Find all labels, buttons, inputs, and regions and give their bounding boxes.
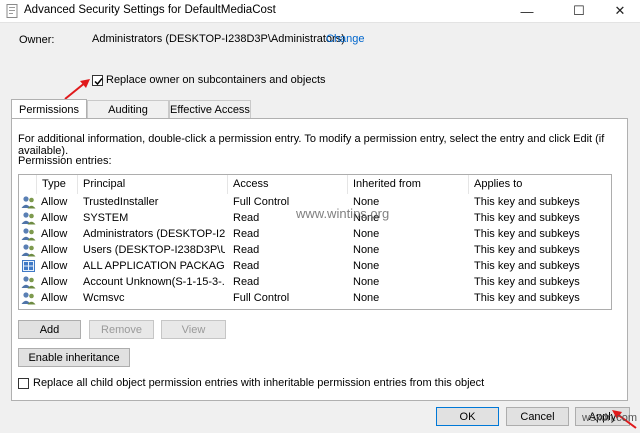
- entry-access: Read: [233, 244, 260, 256]
- entry-inherited-from: None: [353, 292, 380, 304]
- entry-inherited-from: None: [353, 260, 380, 272]
- replace-child-permissions-checkbox[interactable]: [18, 378, 29, 389]
- entry-inherited-from: None: [353, 228, 380, 240]
- entry-type: Allow: [41, 196, 68, 208]
- entry-applies-to: This key and subkeys: [474, 292, 580, 304]
- permission-entries-label: Permission entries:: [18, 155, 112, 167]
- entry-principal: Users (DESKTOP-I238D3P\Use: [83, 244, 225, 256]
- column-header-inherited-from[interactable]: Inherited from: [348, 175, 469, 194]
- entry-applies-to: This key and subkeys: [474, 228, 580, 240]
- entry-type: Allow: [41, 244, 68, 256]
- entry-type: Allow: [41, 228, 68, 240]
- entry-principal: Account Unknown(S-1-15-3-...: [83, 276, 225, 288]
- column-header-applies-to[interactable]: Applies to: [469, 175, 611, 194]
- entry-access: Read: [233, 228, 260, 240]
- owner-label: Owner:: [19, 34, 55, 46]
- close-button[interactable]: ✕: [597, 0, 640, 22]
- list-header: Type Principal Access Inherited from App…: [19, 175, 611, 194]
- app-package-icon: [22, 260, 35, 272]
- user-group-icon: [21, 228, 36, 241]
- entry-principal: TrustedInstaller: [83, 196, 159, 208]
- user-group-icon: [21, 196, 36, 209]
- entry-inherited-from: None: [353, 276, 380, 288]
- minimize-button[interactable]: —: [504, 0, 550, 22]
- maximize-icon: ☐: [573, 3, 585, 18]
- entry-access: Full Control: [233, 292, 290, 304]
- tab-effective-access[interactable]: Effective Access: [169, 100, 251, 118]
- info-text: For additional information, double-click…: [18, 133, 605, 157]
- replace-owner-checkbox[interactable]: [92, 75, 103, 86]
- table-row[interactable]: Allow Users (DESKTOP-I238D3P\Use Read No…: [19, 242, 611, 258]
- add-button[interactable]: Add: [18, 320, 81, 339]
- entry-inherited-from: None: [353, 244, 380, 256]
- corner-watermark-text: wsxdn.com: [582, 412, 638, 424]
- close-icon: ✕: [614, 3, 626, 18]
- minimize-icon: —: [520, 3, 534, 19]
- entry-applies-to: This key and subkeys: [474, 276, 580, 288]
- entry-type: Allow: [41, 276, 68, 288]
- view-button[interactable]: View: [161, 320, 226, 339]
- entry-applies-to: This key and subkeys: [474, 260, 580, 272]
- entry-type: Allow: [41, 260, 68, 272]
- ok-button[interactable]: OK: [436, 407, 499, 426]
- replace-owner-label: Replace owner on subcontainers and objec…: [106, 74, 326, 86]
- entry-principal: ALL APPLICATION PACKAGES: [83, 260, 225, 272]
- tab-label: Permissions: [19, 103, 79, 116]
- user-group-icon: [21, 244, 36, 257]
- entry-applies-to: This key and subkeys: [474, 196, 580, 208]
- column-header-access[interactable]: Access: [228, 175, 348, 194]
- column-header-icon: [19, 175, 37, 194]
- tab-label: Auditing: [108, 103, 148, 116]
- entry-principal: SYSTEM: [83, 212, 129, 224]
- tab-label: Effective Access: [170, 103, 250, 116]
- maximize-button[interactable]: ☐: [556, 0, 602, 22]
- column-header-type[interactable]: Type: [37, 175, 78, 194]
- entry-principal: Wcmsvc: [83, 292, 125, 304]
- table-row[interactable]: Allow ALL APPLICATION PACKAGES Read None…: [19, 258, 611, 274]
- enable-inheritance-button[interactable]: Enable inheritance: [18, 348, 130, 367]
- entry-applies-to: This key and subkeys: [474, 212, 580, 224]
- checkmark-icon: [94, 78, 103, 86]
- table-row[interactable]: Allow Wcmsvc Full Control None This key …: [19, 290, 611, 306]
- replace-child-permissions-label: Replace all child object permission entr…: [33, 377, 485, 389]
- window-title: Advanced Security Settings for DefaultMe…: [24, 4, 276, 16]
- table-row[interactable]: Allow Account Unknown(S-1-15-3-... Read …: [19, 274, 611, 290]
- security-shield-icon: [6, 4, 18, 18]
- column-header-principal[interactable]: Principal: [78, 175, 228, 194]
- cancel-button[interactable]: Cancel: [506, 407, 569, 426]
- watermark-text: www.wintips.org: [296, 206, 390, 221]
- user-group-icon: [21, 292, 36, 305]
- entry-applies-to: This key and subkeys: [474, 244, 580, 256]
- owner-value: Administrators (DESKTOP-I238D3P\Administ…: [92, 33, 345, 45]
- permission-entries-list[interactable]: Type Principal Access Inherited from App…: [18, 174, 612, 310]
- change-owner-link[interactable]: Change: [326, 33, 365, 45]
- tab-auditing[interactable]: Auditing: [87, 100, 169, 118]
- user-group-icon: [21, 212, 36, 225]
- title-bar: Advanced Security Settings for DefaultMe…: [0, 0, 640, 22]
- entry-principal: Administrators (DESKTOP-I23...: [83, 228, 225, 240]
- entry-access: Read: [233, 260, 260, 272]
- tab-permissions[interactable]: Permissions: [11, 99, 87, 119]
- entry-type: Allow: [41, 292, 68, 304]
- entry-type: Allow: [41, 212, 68, 224]
- remove-button[interactable]: Remove: [89, 320, 154, 339]
- user-group-icon: [21, 276, 36, 289]
- table-row[interactable]: Allow Administrators (DESKTOP-I23... Rea…: [19, 226, 611, 242]
- entry-access: Read: [233, 276, 260, 288]
